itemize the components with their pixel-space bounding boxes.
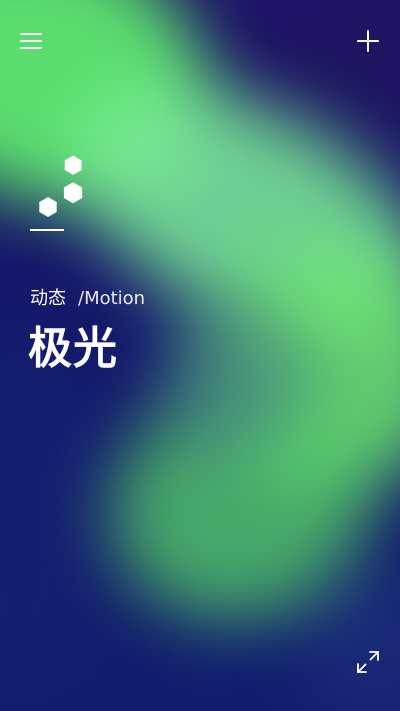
category-label: 动态/Motion bbox=[30, 284, 145, 310]
add-button[interactable] bbox=[357, 30, 379, 52]
aurora-shade bbox=[0, 330, 120, 710]
category-text: 动态 bbox=[30, 288, 66, 309]
aurora-shade bbox=[150, 300, 310, 460]
expand-fullscreen-icon[interactable] bbox=[356, 650, 380, 674]
aurora-screen: 动态/Motion 极光 bbox=[0, 0, 400, 711]
menu-button[interactable] bbox=[20, 31, 42, 51]
hexagon-cluster-logo-icon bbox=[30, 155, 83, 231]
hamburger-menu-icon bbox=[20, 33, 42, 35]
category-subtitle: /Motion bbox=[78, 288, 146, 309]
plus-icon bbox=[357, 40, 379, 42]
hamburger-menu-icon bbox=[20, 47, 42, 49]
page-title: 极光 bbox=[28, 323, 118, 374]
hamburger-menu-icon bbox=[20, 40, 42, 42]
